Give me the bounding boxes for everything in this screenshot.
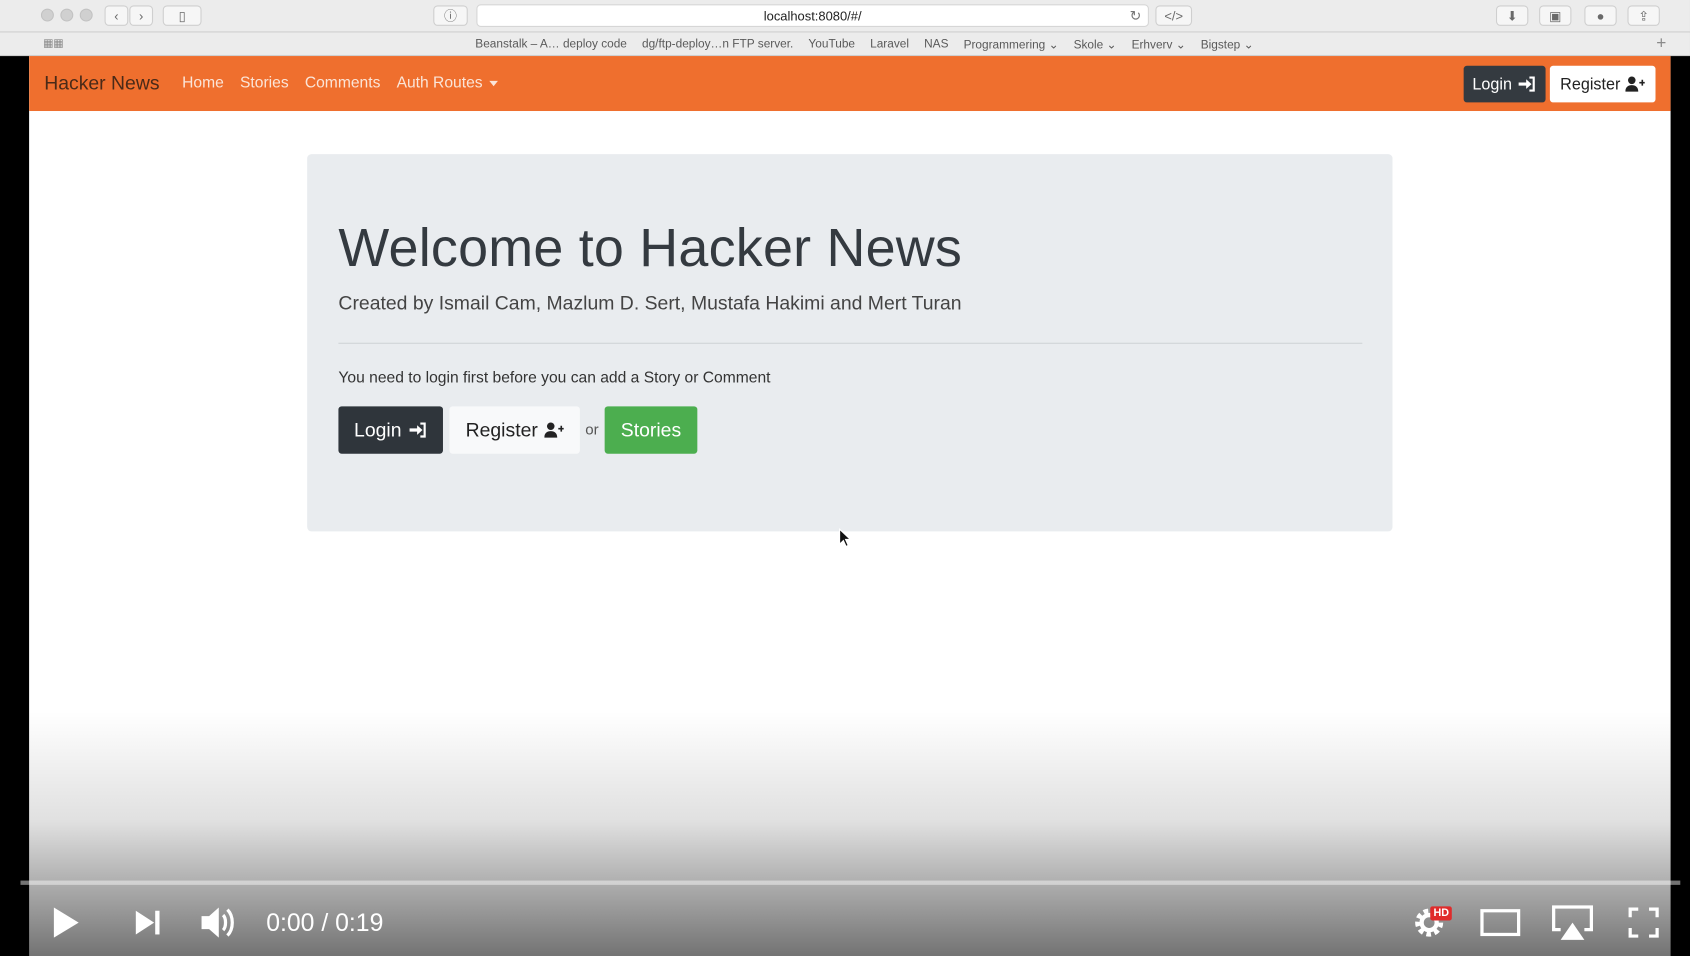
play-button[interactable] bbox=[47, 903, 84, 942]
extension-icon[interactable]: ▣ bbox=[1539, 5, 1572, 26]
user-plus-icon bbox=[544, 422, 564, 438]
nav-register-label: Register bbox=[1560, 74, 1621, 94]
video-frame: ‹ › ▯ ⓘ localhost:8080/#/ ↻ </> ⬇ ▣ ● ⇪ … bbox=[0, 0, 1690, 956]
bookmark-list: Beanstalk – A… deploy code dg/ftp-deploy…… bbox=[475, 38, 1253, 52]
navbar-brand[interactable]: Hacker News bbox=[44, 72, 159, 95]
browser-toolbar: ‹ › ▯ ⓘ localhost:8080/#/ ↻ </> ⬇ ▣ ● ⇪ bbox=[0, 0, 1690, 33]
bookmark-item[interactable]: NAS bbox=[924, 38, 948, 52]
close-window-icon[interactable] bbox=[40, 8, 54, 22]
code-icon[interactable]: </> bbox=[1155, 5, 1193, 26]
credits-text: Created by Ismail Cam, Mazlum D. Sert, M… bbox=[338, 292, 962, 314]
info-icon[interactable]: ⓘ bbox=[433, 5, 468, 26]
reload-icon[interactable]: ↻ bbox=[1130, 5, 1142, 27]
stories-button[interactable]: Stories bbox=[604, 406, 698, 454]
new-tab-icon[interactable]: + bbox=[1656, 34, 1666, 53]
share-icon[interactable]: ⇪ bbox=[1627, 5, 1660, 26]
progress-bar[interactable] bbox=[20, 880, 1681, 885]
time-display: 0:00 / 0:19 bbox=[266, 908, 384, 937]
hd-badge: HD bbox=[1430, 906, 1453, 921]
bookmark-item[interactable]: Programmering ⌄ bbox=[964, 38, 1059, 52]
adblock-icon[interactable]: ● bbox=[1584, 5, 1617, 26]
forward-icon[interactable]: › bbox=[129, 5, 154, 26]
nav-link-auth-routes: Auth Routes bbox=[396, 74, 483, 92]
download-icon[interactable]: ⬇ bbox=[1495, 5, 1529, 26]
login-button[interactable]: Login bbox=[338, 406, 443, 454]
sign-in-icon bbox=[1518, 76, 1535, 92]
bookmark-item[interactable]: YouTube bbox=[808, 38, 855, 52]
theater-mode-icon bbox=[1480, 909, 1521, 937]
divider bbox=[338, 342, 1363, 344]
airplay-icon bbox=[1552, 905, 1593, 940]
address-bar[interactable]: localhost:8080/#/ ↻ bbox=[476, 4, 1149, 27]
or-text: or bbox=[585, 420, 599, 438]
minimize-window-icon[interactable] bbox=[60, 8, 74, 22]
bookmarks-bar: ▦▦ Beanstalk – A… deploy code dg/ftp-depl… bbox=[0, 32, 1690, 57]
video-controls: 0:00 / 0:19 HD bbox=[0, 895, 1690, 949]
back-icon[interactable]: ‹ bbox=[104, 5, 129, 26]
page-title: Welcome to Hacker News bbox=[338, 217, 963, 279]
register-button[interactable]: Register bbox=[449, 406, 580, 454]
stories-button-label: Stories bbox=[620, 418, 682, 441]
nav-dropdown-auth-routes[interactable]: Auth Routes bbox=[396, 74, 498, 92]
theater-mode-button[interactable] bbox=[1479, 903, 1522, 942]
top-sites-icon[interactable]: ▦▦ bbox=[43, 38, 63, 50]
fullscreen-icon bbox=[1628, 907, 1659, 938]
bookmark-item[interactable]: Erhverv ⌄ bbox=[1132, 38, 1186, 52]
airplay-button[interactable] bbox=[1549, 903, 1596, 942]
nav-link-home[interactable]: Home bbox=[182, 74, 224, 91]
mouse-cursor-icon bbox=[839, 528, 852, 548]
user-plus-icon bbox=[1625, 76, 1646, 92]
nav-links: Home Stories Comments Auth Routes bbox=[182, 74, 498, 92]
volume-button[interactable] bbox=[197, 903, 240, 942]
login-button-label: Login bbox=[354, 418, 402, 441]
sidebar-icon[interactable]: ▯ bbox=[162, 5, 202, 26]
bookmark-item[interactable]: Beanstalk – A… deploy code bbox=[475, 38, 627, 52]
register-button-label: Register bbox=[465, 418, 538, 441]
login-required-message: You need to login first before you can a… bbox=[338, 369, 771, 387]
url-text: localhost:8080/#/ bbox=[763, 8, 862, 24]
bookmark-item[interactable]: dg/ftp-deploy…n FTP server. bbox=[642, 38, 793, 52]
navbar: Hacker News Home Stories Comments Auth R… bbox=[29, 56, 1671, 112]
skip-next-icon bbox=[135, 910, 160, 935]
nav-login-button[interactable]: Login bbox=[1463, 65, 1546, 103]
nav-link-comments[interactable]: Comments bbox=[305, 74, 381, 91]
jumbotron: Welcome to Hacker News Created by Ismail… bbox=[307, 154, 1393, 532]
sign-in-icon bbox=[409, 422, 426, 438]
bookmark-item[interactable]: Laravel bbox=[870, 38, 909, 52]
nav-login-label: Login bbox=[1472, 74, 1512, 94]
nav-register-button[interactable]: Register bbox=[1549, 65, 1656, 103]
play-icon bbox=[53, 907, 79, 938]
bookmark-item[interactable]: Bigstep ⌄ bbox=[1201, 38, 1254, 52]
nav-link-stories[interactable]: Stories bbox=[240, 74, 289, 91]
fullscreen-button[interactable] bbox=[1623, 903, 1664, 942]
volume-icon bbox=[201, 907, 234, 938]
zoom-window-icon[interactable] bbox=[79, 8, 93, 22]
caret-down-icon bbox=[489, 80, 498, 86]
next-button[interactable] bbox=[129, 903, 166, 942]
bookmark-item[interactable]: Skole ⌄ bbox=[1074, 38, 1117, 52]
